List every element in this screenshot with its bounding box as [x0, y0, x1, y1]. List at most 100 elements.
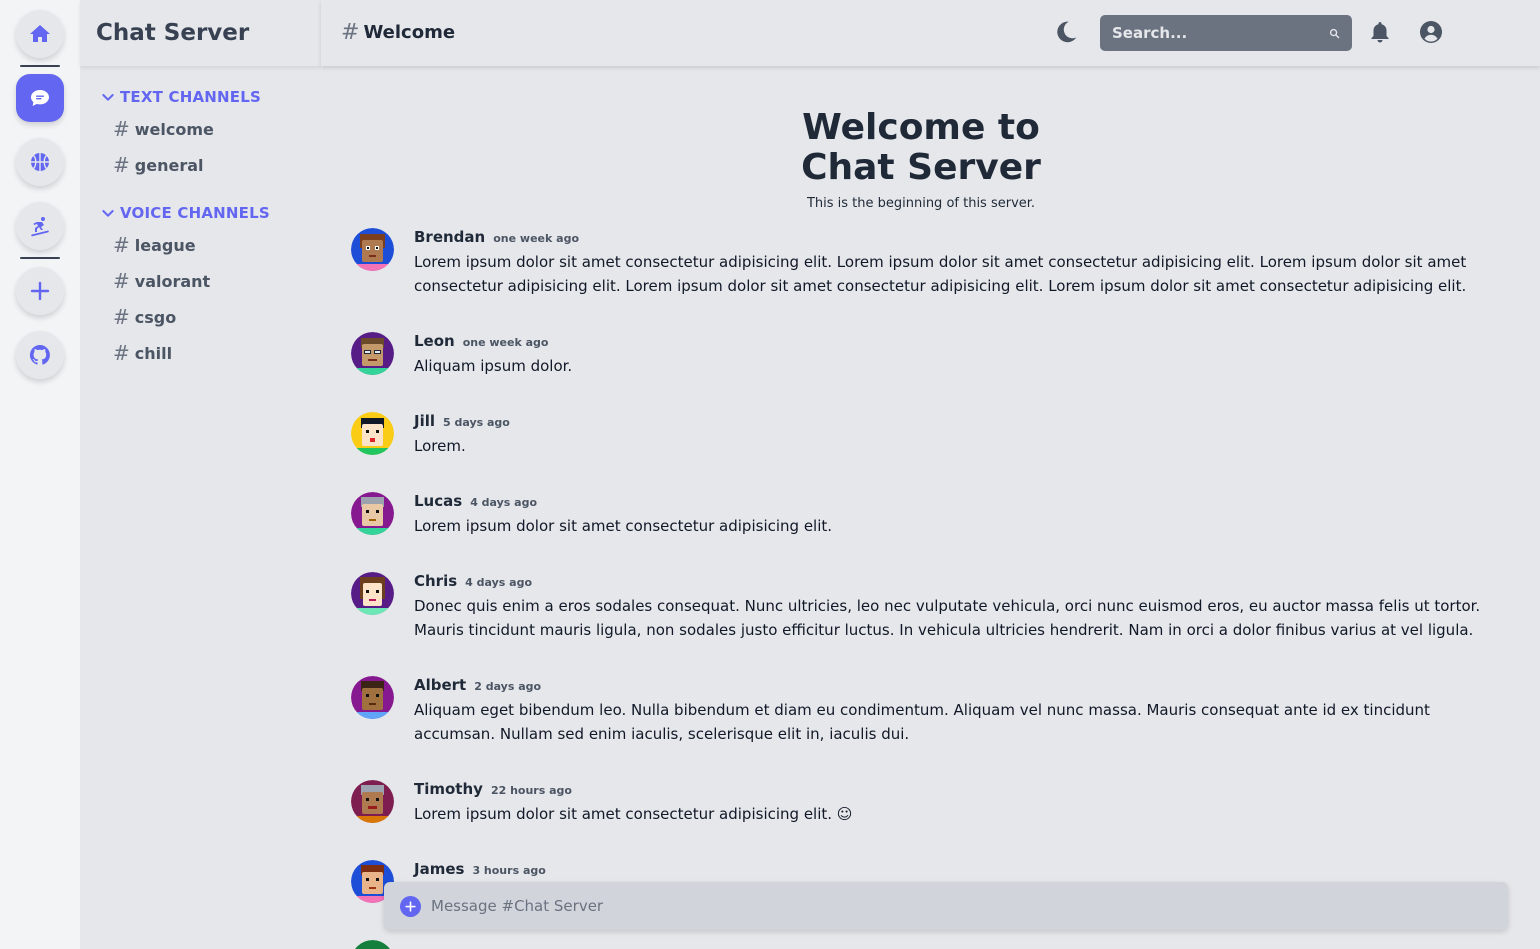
hash-icon: # [113, 305, 130, 329]
channel-valorant[interactable]: # valorant [113, 269, 210, 293]
plus-icon [30, 281, 50, 301]
welcome-title-line2: Chat Server [801, 147, 1041, 188]
message-header: Albert 2 days ago [414, 676, 1481, 694]
avatar[interactable] [351, 780, 394, 823]
avatar[interactable] [351, 228, 394, 271]
message-body: Leon one week ago Aliquam ipsum dolor. [414, 332, 1481, 378]
channel-label: csgo [134, 307, 177, 327]
channel-chill[interactable]: # chill [113, 341, 172, 365]
message-text: Lorem ipsum dolor sit amet consectetur a… [414, 805, 853, 823]
home-icon [30, 25, 50, 42]
channel-sidebar: Chat Server TEXT CHANNELS # welcome # ge… [80, 0, 321, 949]
channel-league[interactable]: # league [113, 233, 196, 257]
avatar[interactable] [351, 492, 394, 535]
message-text: Lorem ipsum dolor sit amet consectetur a… [414, 253, 1467, 295]
hash-icon: # [341, 20, 360, 45]
home-button[interactable] [16, 10, 64, 58]
category-label: TEXT CHANNELS [120, 88, 261, 106]
channel-welcome[interactable]: # welcome [113, 117, 214, 141]
hash-icon: # [113, 269, 130, 293]
message-header: James 3 hours ago [414, 860, 1481, 878]
chevron-down-icon [102, 210, 114, 217]
message-body: James 3 hours ago [414, 860, 1481, 882]
message-body: Brendan one week ago Lorem ipsum dolor s… [414, 228, 1481, 298]
message-body: Chris 4 days ago Donec quis enim a eros … [414, 572, 1481, 642]
current-channel-title: # Welcome [341, 20, 455, 45]
message-author[interactable]: James [414, 860, 464, 878]
message-header: Timothy 22 hours ago [414, 780, 1481, 798]
server-title: Chat Server [80, 0, 321, 66]
message-header: Brendan one week ago [414, 228, 1481, 246]
message-author[interactable]: Brendan [414, 228, 485, 246]
channel-label: league [134, 235, 196, 255]
avatar[interactable] [351, 940, 394, 949]
message-input[interactable] [431, 897, 1508, 915]
rail-divider [20, 257, 60, 259]
current-channel-name: Welcome [363, 22, 456, 43]
message-body: Jill 5 days ago Lorem. [414, 412, 1481, 458]
basketball-icon [31, 153, 49, 171]
message-text: Lorem. [414, 437, 466, 455]
message-timestamp: 5 days ago [443, 416, 510, 429]
channel-label: chill [134, 343, 173, 363]
search-icon[interactable] [1329, 25, 1340, 42]
snowboard-icon [31, 217, 49, 237]
message-author[interactable]: Lucas [414, 492, 462, 510]
message-body: Albert 2 days ago Aliquam eget bibendum … [414, 676, 1481, 746]
message-author[interactable]: Leon [414, 332, 455, 350]
chat-server-button[interactable] [16, 74, 64, 122]
message-composer [384, 882, 1508, 930]
user-account-icon[interactable] [1419, 20, 1443, 44]
snowboard-server-button[interactable] [16, 202, 64, 250]
message-timestamp: 22 hours ago [490, 784, 572, 797]
bell-icon[interactable] [1368, 20, 1392, 44]
message-body: Lucas 4 days ago Lorem ipsum dolor sit a… [414, 492, 1481, 538]
message-author[interactable]: Albert [414, 676, 466, 694]
plus-icon [405, 900, 416, 912]
avatar[interactable] [351, 412, 394, 455]
message-timestamp: one week ago [493, 232, 579, 245]
message-header: Jill 5 days ago [414, 412, 1481, 430]
hash-icon: # [113, 117, 130, 141]
basketball-server-button[interactable] [16, 138, 64, 186]
add-server-button[interactable] [16, 267, 64, 315]
github-icon [29, 344, 50, 365]
message-text: Lorem ipsum dolor sit amet consectetur a… [414, 517, 833, 535]
channel-label: welcome [134, 119, 214, 139]
message-author[interactable]: Jill [414, 412, 435, 430]
github-button[interactable] [16, 331, 64, 379]
welcome-subtitle: This is the beginning of this server. [806, 196, 1036, 211]
top-bar: # Welcome [321, 0, 1540, 66]
search-input[interactable] [1112, 24, 1329, 42]
chat-icon [31, 90, 49, 106]
message-author[interactable]: Timothy [414, 780, 483, 798]
search-box [1100, 15, 1352, 51]
welcome-banner: Welcome to Chat Server This is the begin… [321, 108, 1521, 212]
message-timestamp: one week ago [462, 336, 549, 349]
welcome-title: Welcome to Chat Server [321, 108, 1521, 188]
avatar[interactable] [351, 572, 394, 615]
channel-label: valorant [134, 271, 211, 291]
channel-csgo[interactable]: # csgo [113, 305, 176, 329]
moon-icon[interactable] [1053, 19, 1079, 45]
message-timestamp: 4 days ago [465, 576, 532, 589]
message-header: Chris 4 days ago [414, 572, 1481, 590]
message-text: Donec quis enim a eros sodales consequat… [414, 597, 1481, 639]
attach-button[interactable] [400, 895, 421, 917]
voice-channels-category[interactable]: VOICE CHANNELS [100, 204, 270, 222]
avatar[interactable] [351, 332, 394, 375]
text-channels-category[interactable]: TEXT CHANNELS [100, 88, 261, 106]
server-rail [0, 0, 80, 949]
message-author[interactable]: Chris [414, 572, 457, 590]
message-header: Leon one week ago [414, 332, 1481, 350]
message-text: Aliquam eget bibendum leo. Nulla bibendu… [414, 701, 1430, 743]
hash-icon: # [113, 233, 130, 257]
channel-label: general [134, 155, 204, 175]
message-timestamp: 2 days ago [474, 680, 542, 693]
hash-icon: # [113, 153, 130, 177]
channel-general[interactable]: # general [113, 153, 203, 177]
avatar[interactable] [351, 676, 394, 719]
message-text: Aliquam ipsum dolor. [414, 357, 573, 375]
chevron-down-icon [102, 94, 114, 101]
category-label: VOICE CHANNELS [120, 204, 270, 222]
